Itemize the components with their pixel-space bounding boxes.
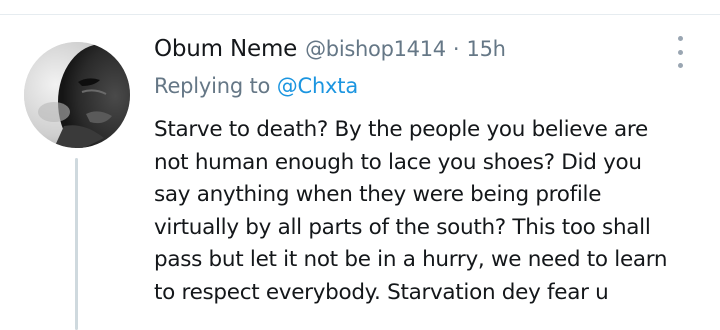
timestamp[interactable]: 15h: [467, 37, 506, 61]
tweet-text-line: virtually by all parts of the south? Thi…: [154, 214, 651, 240]
more-options-vertical-icon: [677, 36, 683, 41]
tweet-text-line: pass but let it not be in a hurry, we ne…: [154, 247, 668, 272]
thread-connector-line: [75, 158, 78, 330]
top-divider: [0, 14, 720, 15]
avatar-photo: [24, 42, 130, 148]
tweet-text-line: not human enough to lace you shoes? Did …: [154, 149, 642, 175]
replying-to-label: Replying to: [154, 74, 271, 98]
user-handle[interactable]: @bishop1414: [305, 37, 446, 61]
tweet-text-line: Starve to death? By the people you belie…: [154, 117, 648, 142]
more-options-vertical-icon: [677, 63, 683, 68]
separator-dot: ·: [452, 37, 460, 61]
more-options-button[interactable]: [668, 36, 692, 68]
replying-to-mention-link[interactable]: @Chxta: [277, 74, 359, 98]
avatar[interactable]: [24, 42, 130, 148]
tweet-text-line: to respect everybody. Starvation dey fea…: [154, 279, 609, 305]
more-options-vertical-icon: [677, 49, 683, 55]
replying-to-line: Replying to @Chxta: [154, 74, 358, 106]
tweet-header: Obum Neme @bishop1414 · 15h: [154, 36, 506, 70]
tweet-text: Starve to death? By the people you belie…: [154, 114, 694, 309]
display-name[interactable]: Obum Neme: [154, 36, 297, 62]
tweet-text-line: say anything when they were being profil…: [154, 182, 602, 207]
